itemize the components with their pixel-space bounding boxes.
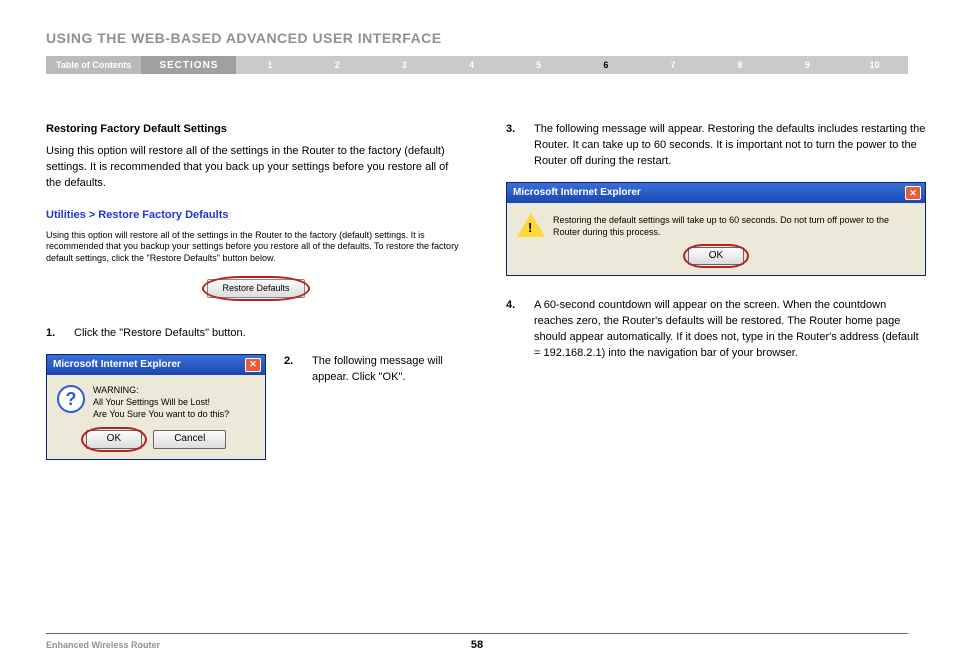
warning-icon xyxy=(517,213,545,237)
sections-label: SECTIONS xyxy=(141,56,236,74)
step-4: 4. A 60-second countdown will appear on … xyxy=(506,298,926,362)
intro-paragraph: Using this option will restore all of th… xyxy=(46,144,466,192)
page-footer: Enhanced Wireless Router 58 xyxy=(46,633,908,650)
dialog-title: Microsoft Internet Explorer xyxy=(513,186,641,201)
ok-button[interactable]: OK xyxy=(688,247,744,266)
utilities-description: Using this option will restore all of th… xyxy=(46,230,466,265)
left-column: Restoring Factory Default Settings Using… xyxy=(46,122,466,460)
dialog-titlebar: Microsoft Internet Explorer ✕ xyxy=(47,355,265,376)
section-4[interactable]: 4 xyxy=(438,56,505,74)
restore-button-wrap: Restore Defaults xyxy=(46,279,466,298)
product-name: Enhanced Wireless Router xyxy=(46,640,160,650)
section-9[interactable]: 9 xyxy=(774,56,841,74)
section-nav: Table of Contents SECTIONS 1 2 3 4 5 6 7… xyxy=(46,56,908,74)
page-title: USING THE WEB-BASED ADVANCED USER INTERF… xyxy=(46,30,908,46)
toc-link[interactable]: Table of Contents xyxy=(46,56,141,74)
dialog-buttons: OK xyxy=(507,247,925,276)
utilities-breadcrumb: Utilities > Restore Factory Defaults xyxy=(46,208,466,224)
step-text: The following message will appear. Resto… xyxy=(534,122,926,170)
step-3: 3. The following message will appear. Re… xyxy=(506,122,926,170)
step-2: 2. The following message will appear. Cl… xyxy=(284,354,466,386)
close-icon[interactable]: ✕ xyxy=(245,358,261,372)
section-6[interactable]: 6 xyxy=(572,56,639,74)
content-columns: Restoring Factory Default Settings Using… xyxy=(46,122,908,460)
step-number: 2. xyxy=(284,354,298,386)
page-number: 58 xyxy=(471,639,483,651)
question-icon: ? xyxy=(57,385,85,413)
cancel-button[interactable]: Cancel xyxy=(153,430,226,449)
step-text: A 60-second countdown will appear on the… xyxy=(534,298,926,362)
ok-button[interactable]: OK xyxy=(86,430,142,449)
section-subhead: Restoring Factory Default Settings xyxy=(46,122,466,138)
section-7[interactable]: 7 xyxy=(639,56,706,74)
step-number: 3. xyxy=(506,122,520,170)
step-text: Click the "Restore Defaults" button. xyxy=(74,326,466,342)
close-icon[interactable]: ✕ xyxy=(905,186,921,200)
ie-warning-dialog: Microsoft Internet Explorer ✕ ? WARNING:… xyxy=(46,354,266,460)
right-column: 3. The following message will appear. Re… xyxy=(506,122,926,460)
restore-defaults-label: Restore Defaults xyxy=(222,283,289,293)
dialog-message: Restoring the default settings will take… xyxy=(553,211,915,238)
section-2[interactable]: 2 xyxy=(304,56,371,74)
dialog-message: WARNING: All Your Settings Will be Lost!… xyxy=(93,385,229,420)
section-3[interactable]: 3 xyxy=(371,56,438,74)
section-10[interactable]: 10 xyxy=(841,56,908,74)
ie-restore-dialog: Microsoft Internet Explorer ✕ Restoring … xyxy=(506,182,926,276)
section-1[interactable]: 1 xyxy=(236,56,303,74)
step-text: The following message will appear. Click… xyxy=(312,354,466,386)
dialog-buttons: OK Cancel xyxy=(47,430,265,459)
restore-defaults-button[interactable]: Restore Defaults xyxy=(207,279,304,298)
dialog-titlebar: Microsoft Internet Explorer ✕ xyxy=(507,183,925,204)
section-5[interactable]: 5 xyxy=(505,56,572,74)
section-8[interactable]: 8 xyxy=(707,56,774,74)
step-number: 1. xyxy=(46,326,60,342)
step-1: 1. Click the "Restore Defaults" button. xyxy=(46,326,466,342)
dialog-title: Microsoft Internet Explorer xyxy=(53,358,181,373)
step-number: 4. xyxy=(506,298,520,362)
